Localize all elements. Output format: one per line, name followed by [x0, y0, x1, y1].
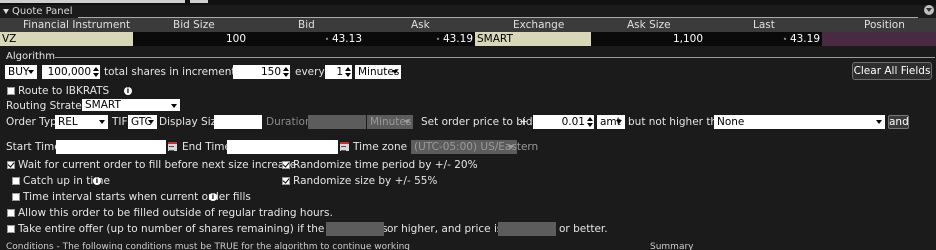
top-bar-segment [0, 0, 185, 3]
stepper-up-icon[interactable] [345, 67, 351, 71]
interval-value: 1 [336, 66, 343, 78]
tick-dot-icon: • [435, 35, 443, 44]
price-offset-stepper[interactable]: 0.01 [533, 115, 594, 129]
outside-hours-label: Allow this order to be filled outside of… [18, 207, 333, 219]
randomize-size-checkbox[interactable] [282, 177, 290, 185]
route-ibkrats-checkbox[interactable] [7, 87, 15, 95]
column-header-bid-size[interactable]: Bid Size [173, 18, 215, 32]
summary-section-label: Summary [650, 242, 694, 250]
take-offer-checkbox[interactable] [7, 225, 15, 233]
column-header-last[interactable]: Last [753, 18, 775, 32]
duration-input [308, 115, 366, 129]
collapse-panel-icon[interactable] [924, 5, 934, 15]
column-header-ask-size[interactable]: Ask Size [627, 18, 671, 32]
or-higher-label: or higher, and price is [387, 223, 503, 235]
calendar-icon[interactable] [340, 142, 349, 151]
quote-row[interactable]: VZ 100 • 43.13 • 43.19 SMART 1,100 • 43.… [0, 32, 936, 46]
or-better-label: or better. [559, 223, 608, 235]
bid-size-cell: 100 [133, 32, 248, 46]
time-zone-label: Time zone [353, 141, 408, 153]
stepper-up-icon[interactable] [283, 67, 289, 71]
time-interval-checkbox[interactable] [12, 193, 20, 201]
last-cell: • 43.19 [705, 32, 822, 46]
side-select[interactable]: BUY [5, 65, 37, 79]
algorithm-section-label: Algorithm [6, 51, 55, 62]
quote-panel-title-row: Quote Panel [0, 5, 936, 19]
every-label: every [295, 66, 325, 78]
divider [55, 57, 935, 58]
tick-dot-icon: • [324, 35, 332, 44]
last-value: 43.19 [789, 33, 820, 45]
column-header-bid[interactable]: Bid [298, 18, 315, 32]
stepper-down-icon[interactable] [345, 73, 351, 77]
tif-label: TIF [112, 116, 128, 128]
outside-hours-checkbox[interactable] [7, 209, 15, 217]
total-shares-label: total shares in increments of [104, 66, 255, 78]
start-time-label: Start Time [6, 141, 61, 153]
ask-value: 43.19 [442, 33, 473, 45]
plus-label: + [519, 116, 528, 128]
price-limit-select[interactable]: None [714, 115, 885, 129]
wait-fill-checkbox[interactable] [7, 161, 15, 169]
stepper-down-icon[interactable] [587, 123, 593, 127]
tif-select[interactable]: GTC [128, 115, 157, 129]
increment-value: 150 [260, 66, 281, 78]
quantity-stepper[interactable]: 100,000 [42, 65, 100, 79]
info-icon[interactable]: i [124, 87, 132, 95]
instrument-cell[interactable]: VZ [0, 32, 133, 46]
quote-panel-title: Quote Panel [12, 6, 73, 17]
column-header-position[interactable]: Position [864, 18, 905, 32]
increment-stepper[interactable]: 150 [233, 65, 290, 79]
ask-cell[interactable]: • 43.19 [365, 32, 475, 46]
calendar-icon[interactable] [168, 142, 177, 151]
quote-table-header: Financial Instrument Bid Size Bid Ask Ex… [0, 18, 936, 32]
order-type-select[interactable]: REL [55, 115, 108, 129]
ask-size-cell: 1,100 [591, 32, 705, 46]
offer-price-input [498, 222, 556, 236]
offer-size-input [326, 222, 384, 236]
collapse-triangle-icon[interactable] [3, 9, 9, 14]
interval-unit-select[interactable]: Minutes [355, 65, 401, 79]
tick-dot-icon: • [782, 35, 790, 44]
interval-stepper[interactable]: 1 [325, 65, 352, 79]
time-zone-select: (UTC-05:00) US/Eastern [411, 140, 538, 154]
stepper-down-icon[interactable] [93, 73, 99, 77]
offset-unit-select[interactable]: amt [597, 115, 625, 129]
info-icon[interactable]: i [209, 193, 217, 201]
end-time-input[interactable] [227, 140, 338, 154]
duration-label: Duration [266, 116, 312, 128]
randomize-time-label: Randomize time period by +/- 20% [293, 159, 478, 171]
column-header-exchange[interactable]: Exchange [513, 18, 564, 32]
wait-fill-label: Wait for current order to fill before ne… [18, 159, 297, 171]
bid-value: 43.13 [331, 33, 362, 45]
and-button[interactable]: and [888, 115, 909, 129]
routing-strategy-select[interactable]: SMART [82, 99, 180, 111]
column-header-instrument[interactable]: Financial Instrument [23, 18, 130, 32]
clear-all-fields-button[interactable]: Clear All Fields [852, 62, 932, 80]
info-icon[interactable]: i [93, 177, 101, 185]
conditions-section-label: Conditions - The following conditions mu… [6, 242, 410, 250]
randomize-size-label: Randomize size by +/- 55% [293, 175, 438, 187]
stepper-down-icon[interactable] [283, 73, 289, 77]
start-time-input[interactable] [56, 140, 166, 154]
duration-unit-select: Minutes [367, 115, 413, 129]
position-cell [822, 32, 936, 46]
top-bar-segment [190, 0, 208, 3]
catch-up-checkbox[interactable] [12, 177, 20, 185]
bid-cell[interactable]: • 43.13 [248, 32, 365, 46]
quantity-value: 100,000 [47, 66, 91, 78]
set-price-label: Set order price to bid [421, 116, 533, 128]
display-size-input[interactable] [214, 115, 262, 129]
column-header-ask[interactable]: Ask [411, 18, 430, 32]
route-ibkrats-label: Route to IBKRATS [18, 85, 110, 97]
exchange-cell[interactable]: SMART [475, 32, 591, 46]
price-offset-value: 0.01 [561, 116, 585, 128]
stepper-up-icon[interactable] [93, 67, 99, 71]
end-time-label: End Time [182, 141, 231, 153]
randomize-time-checkbox[interactable] [282, 161, 290, 169]
stepper-up-icon[interactable] [587, 117, 593, 121]
